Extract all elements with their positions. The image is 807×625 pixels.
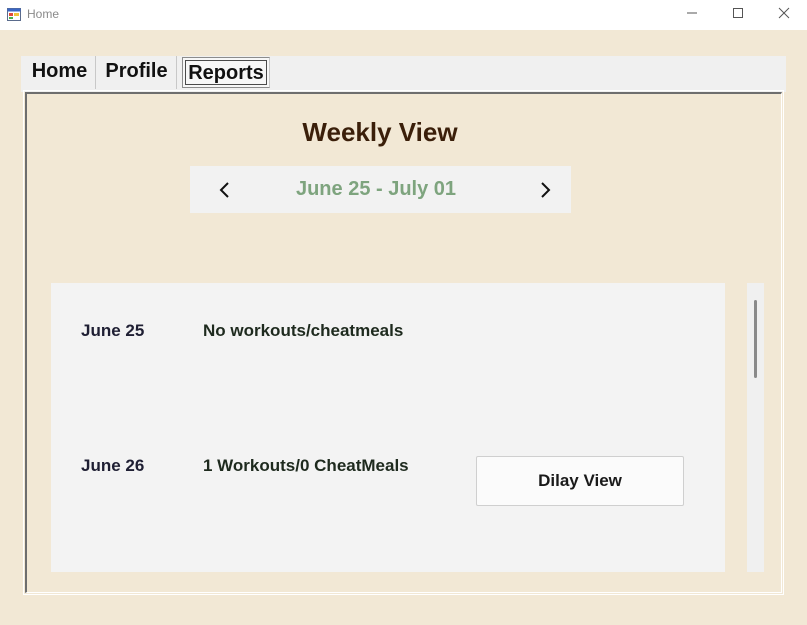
page-title: Weekly View — [302, 117, 458, 147]
close-button[interactable] — [761, 0, 807, 30]
window-title: Home — [27, 7, 60, 21]
next-week-button[interactable] — [533, 178, 557, 202]
vertical-scrollbar[interactable] — [747, 283, 764, 572]
maximize-icon — [732, 6, 744, 24]
day-summary: No workouts/cheatmeals — [203, 321, 404, 340]
tab-strip: Home Profile Reports — [21, 56, 786, 92]
day-date: June 26 — [81, 456, 145, 475]
scrollbar-thumb[interactable] — [754, 300, 757, 378]
chevron-right-icon — [541, 182, 551, 198]
tab-profile[interactable]: Profile — [97, 56, 177, 89]
previous-week-button[interactable] — [213, 178, 237, 202]
close-icon — [778, 6, 790, 24]
chevron-left-icon — [219, 182, 229, 198]
day-summary: 1 Workouts/0 CheatMeals — [203, 456, 409, 475]
day-date: June 25 — [81, 321, 145, 340]
day-view-button[interactable]: Dilay View — [476, 456, 684, 506]
tab-home[interactable]: Home — [24, 56, 96, 89]
title-bar: Home — [0, 0, 807, 30]
tab-reports[interactable]: Reports — [182, 57, 270, 88]
day-list-panel: June 25 No workouts/cheatmeals June 26 1… — [51, 283, 725, 572]
week-range-label: June 25 - July 01 — [295, 178, 457, 200]
maximize-button[interactable] — [715, 0, 761, 30]
week-navigator: June 25 - July 01 — [190, 166, 571, 213]
minimize-button[interactable] — [669, 0, 715, 30]
app-form-icon[interactable] — [7, 8, 21, 21]
tab-reports-label: Reports — [188, 62, 264, 84]
minimize-icon — [686, 6, 698, 24]
